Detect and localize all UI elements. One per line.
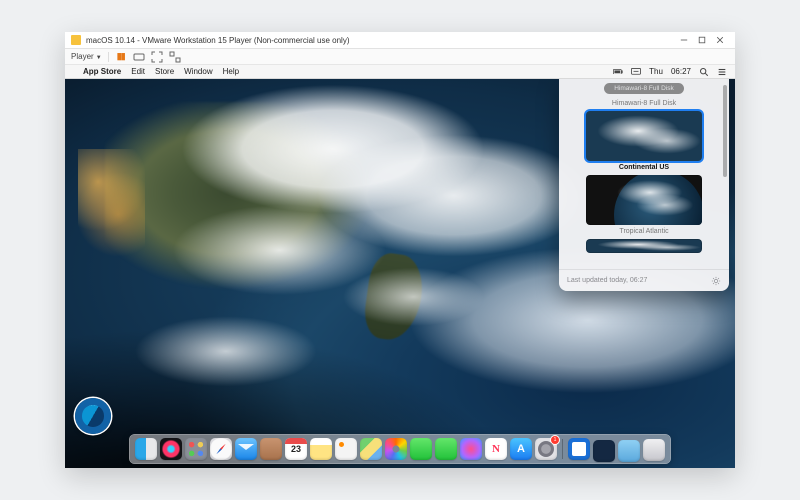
vmware-icon [71,35,81,45]
macos-desktop[interactable]: Himawari-8 Full Disk Himawari-8 Full Dis… [65,79,735,468]
dock-sysprefs-icon[interactable]: 1 [535,438,557,460]
menu-window[interactable]: Window [184,67,212,76]
popover-header-pill: Himawari-8 Full Disk [604,83,684,94]
option-label-tropical-atlantic: Tropical Atlantic [619,228,668,235]
fullscreen-button[interactable] [151,51,163,63]
window-minimize-button[interactable] [675,34,693,46]
dock-photos-icon[interactable] [385,438,407,460]
dock-mail-icon[interactable] [235,438,257,460]
popover-last-updated: Last updated today, 06:27 [567,277,647,284]
notification-center-icon[interactable] [717,67,727,77]
battery-status-icon[interactable] [613,67,623,77]
spotlight-icon[interactable] [699,67,709,77]
option-thumb-next[interactable] [586,239,702,253]
window-maximize-button[interactable] [693,34,711,46]
menubar-time[interactable]: 06:27 [671,67,691,76]
dock-messages-icon[interactable] [410,438,432,460]
send-cad-button[interactable] [133,51,145,63]
option-label-continental-us: Continental US [619,164,669,171]
option-label-himawari: Himawari-8 Full Disk [612,100,676,107]
macos-dock: 23 1 [129,434,671,464]
dock-trash-icon[interactable] [643,439,665,461]
app-menu[interactable]: App Store [83,67,121,76]
dock-itunes-icon[interactable] [460,438,482,460]
dock-downloads-icon[interactable] [593,440,615,462]
popover-scrollbar[interactable] [723,85,727,177]
vmware-player-window: macOS 10.14 - VMware Workstation 15 Play… [65,32,735,468]
menu-help[interactable]: Help [223,67,239,76]
dock-news-icon[interactable] [485,438,507,460]
dock-separator [562,439,563,459]
dock-appstore-icon[interactable] [510,438,532,460]
dock-finder-icon[interactable] [135,438,157,460]
dock-launchpad-icon[interactable] [185,438,207,460]
pause-vm-button[interactable]: ▮▮ [115,51,127,63]
popover-settings-button[interactable] [711,276,721,286]
option-thumb-continental-us[interactable] [586,111,702,161]
window-close-button[interactable] [711,34,729,46]
dock-safari-icon[interactable] [210,438,232,460]
sysprefs-badge: 1 [551,436,559,444]
player-menu[interactable]: Player▼ [71,52,102,61]
satellite-source-popover: Himawari-8 Full Disk Himawari-8 Full Dis… [559,79,729,291]
menu-edit[interactable]: Edit [131,67,145,76]
noaa-logo-badge [75,398,111,434]
dock-siri-icon[interactable] [160,438,182,460]
unity-button[interactable] [169,51,181,63]
dock-reminders-icon[interactable] [335,438,357,460]
dock-notes-icon[interactable] [310,438,332,460]
dock-facetime-icon[interactable] [435,438,457,460]
calendar-day-number: 23 [285,444,307,454]
host-titlebar[interactable]: macOS 10.14 - VMware Workstation 15 Play… [65,32,735,49]
macos-menubar: App Store Edit Store Window Help Thu 06:… [65,65,735,79]
menu-store[interactable]: Store [155,67,174,76]
vmware-toolbar: Player▼ ▮▮ [65,49,735,65]
dock-folder-icon[interactable] [618,440,640,462]
host-window-title: macOS 10.14 - VMware Workstation 15 Play… [86,36,350,45]
dock-calendar-icon[interactable]: 23 [285,438,307,460]
dock-generic-app-icon[interactable] [568,438,590,460]
control-strip-icon[interactable] [631,67,641,77]
dock-maps-icon[interactable] [360,438,382,460]
option-thumb-tropical-atlantic[interactable] [586,175,702,225]
dock-contacts-icon[interactable] [260,438,282,460]
menubar-day[interactable]: Thu [649,67,663,76]
